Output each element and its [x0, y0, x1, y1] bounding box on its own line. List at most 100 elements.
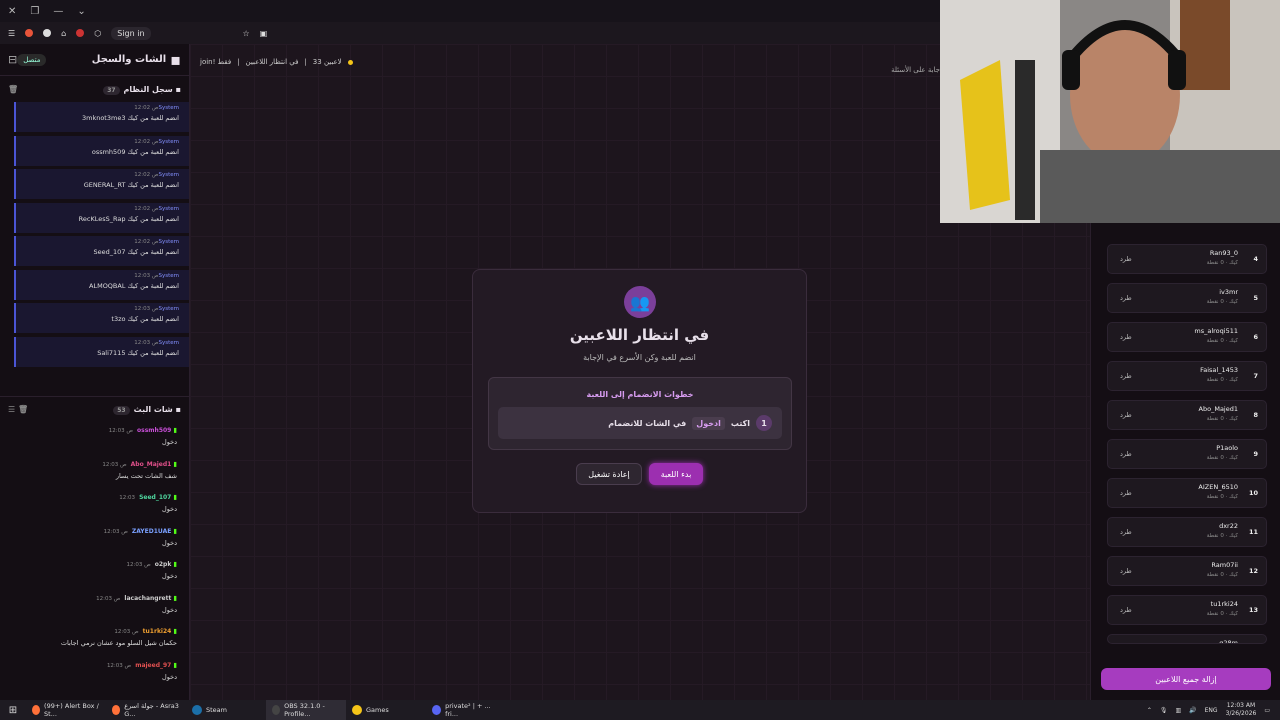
menu-icon[interactable]: ☰ — [8, 29, 15, 38]
step-number: 1 — [756, 415, 772, 431]
message-user[interactable]: majeed_97 — [135, 662, 171, 669]
join-command: ادخول — [692, 416, 725, 430]
sidebar-icon[interactable]: ▣ — [260, 29, 268, 38]
windows-start-icon[interactable]: ⊞ — [0, 705, 26, 716]
message-user[interactable]: lacachangrett — [124, 595, 171, 602]
kick-button[interactable]: طرد — [1120, 372, 1132, 380]
kick-button[interactable]: طرد — [1120, 411, 1132, 419]
chat-message: 12:03 ص ossmh509 ▮ دخول — [4, 426, 177, 460]
kick-button[interactable]: طرد — [1120, 450, 1132, 458]
message-user[interactable]: Abo_Majed1 — [131, 461, 172, 468]
kick-badge-icon: ▮ — [171, 526, 177, 535]
clock-date: 3/26/2026 — [1225, 710, 1257, 717]
taskbar-item[interactable]: جولة اسرع - Asra3 G... — [106, 700, 186, 720]
system-log-list[interactable]: 12:02 صSystem 3mknot3me3 انضم للعبة من كي… — [0, 102, 189, 392]
chat-meta: 12:03 Seed_107 ▮ — [4, 493, 177, 501]
home-icon[interactable]: ⌂ — [61, 29, 66, 38]
message-time: 12:03 ص — [114, 629, 139, 635]
message-text: دخول — [162, 572, 177, 580]
system-log-meta: 12:02 صSystem — [20, 139, 179, 145]
minimize-icon[interactable]: — — [53, 6, 63, 17]
message-user[interactable]: o2pk — [155, 561, 172, 568]
volume-icon[interactable]: 🔊 — [1189, 707, 1196, 714]
chat-meta: 12:03 ص ossmh509 ▮ — [4, 426, 177, 434]
restore-icon[interactable]: ❐ — [30, 6, 39, 17]
language-indicator[interactable]: ENG — [1205, 707, 1218, 714]
extension-icon[interactable] — [76, 29, 85, 37]
chat-meta: 12:03 ص o2pk ▮ — [4, 560, 177, 568]
message-user[interactable]: tu1rki24 — [143, 628, 172, 635]
taskbar-item[interactable]: Games — [346, 700, 426, 720]
chevron-down-icon[interactable]: ⌄ — [77, 6, 85, 17]
connection-status-badge: متصل — [17, 53, 47, 66]
message-text: t3zo انضم للعبة من كيك — [111, 315, 179, 323]
close-icon[interactable]: ✕ — [8, 6, 16, 17]
system-log-meta: 12:02 صSystem — [20, 206, 179, 212]
trash-icon[interactable]: 🗑 — [8, 85, 18, 94]
kick-button[interactable]: طرد — [1120, 528, 1132, 536]
message-time: 12:03 ص — [106, 662, 132, 669]
system-log-item: 12:02 صSystem GENERAL_RT انضم للعبة من كي… — [14, 169, 189, 199]
chat-meta: 12:03 ص ZAYED1UAE ▮ — [4, 527, 177, 535]
mic-icon[interactable]: 🎙 — [1160, 707, 1168, 714]
kick-button[interactable]: طرد — [1120, 489, 1132, 497]
player-name: Ram07ii — [1211, 561, 1238, 569]
player-name: P1aolo — [1216, 444, 1238, 452]
kick-button[interactable]: طرد — [1120, 333, 1132, 341]
kick-button[interactable]: طرد — [1120, 567, 1132, 575]
player-name: AIZEN_6510 — [1198, 483, 1238, 491]
message-text: Seed_107 انضم للعبة من كيك — [93, 248, 179, 256]
app-icon — [352, 705, 362, 715]
game-state-label: في انتظار اللاعبين — [245, 58, 299, 66]
extensions-icon[interactable]: ⬡ — [94, 29, 101, 38]
taskbar-item-label: private² | + ... fri... — [445, 702, 491, 718]
kick-badge-icon: ▮ — [171, 593, 177, 602]
star-icon[interactable]: ☆ — [243, 29, 250, 38]
kick-button[interactable]: طرد — [1120, 255, 1132, 263]
kick-button[interactable]: طرد — [1120, 294, 1132, 302]
sign-in-button[interactable]: Sign in — [111, 26, 151, 40]
extension-icon[interactable] — [25, 29, 34, 37]
message-time: 12:03 ص — [134, 339, 159, 346]
taskbar-item[interactable]: (99+) Alert Box / St... — [26, 700, 106, 720]
restart-button[interactable]: إعادة تشغيل — [576, 463, 642, 485]
message-user[interactable]: ossmh509 — [137, 427, 171, 434]
extension-icon[interactable] — [43, 29, 52, 37]
collapse-icon[interactable]: ⊟ — [8, 53, 17, 66]
remove-all-players-button[interactable]: إزالة جميع اللاعبين — [1101, 668, 1271, 690]
taskbar-item[interactable]: Steam — [186, 700, 266, 720]
player-row: طرد iv3mr كيك · 0 نقطة 5 — [1107, 283, 1267, 313]
taskbar-item-label: جولة اسرع - Asra3 G... — [124, 702, 179, 718]
live-chat-list[interactable]: 12:03 ص ossmh509 ▮ دخول 12:03 ص Abo_Majed1 ▮… — [0, 422, 189, 694]
chat-meta: 12:03 ص lacachangrett ▮ — [4, 594, 177, 602]
taskbar-item[interactable]: private² | + ... fri... — [426, 700, 506, 720]
kick-button[interactable]: طرد — [1120, 606, 1132, 614]
player-points: كيك · 0 نقطة — [1206, 533, 1238, 539]
live-chat-header: ☰ 🗑 53 شات البث ▪ — [0, 396, 189, 422]
player-index: 8 — [1253, 411, 1258, 419]
player-points: كيك · 0 نقطة — [1206, 416, 1238, 422]
join-step: في الشات للانضمام ادخول اكتب 1 — [498, 407, 782, 439]
message-text: دخول — [162, 438, 177, 446]
message-user: System — [158, 105, 179, 111]
notifications-icon[interactable]: ▭ — [1264, 707, 1270, 714]
taskbar-item-label: (99+) Alert Box / St... — [44, 702, 99, 718]
taskbar: ⊞ (99+) Alert Box / St... جولة اسرع - Asr… — [0, 700, 1280, 720]
chat-log-panel: ⊟ متصل الشات والسجل ▪ 🗑 37 سجل النظام ▪ 1… — [0, 44, 190, 700]
taskbar-item[interactable]: OBS 32.1.0 - Profile... — [266, 700, 346, 720]
player-row: طرد Ran93_0 كيك · 0 نقطة 4 — [1107, 244, 1267, 274]
message-user[interactable]: ZAYED1UAE — [132, 528, 171, 535]
filter-icon[interactable]: ☰ 🗑 — [8, 405, 28, 414]
message-text: GENERAL_RT انضم للعبة من كيك — [83, 181, 179, 189]
clock[interactable]: 12:03 AM 3/26/2026 — [1226, 702, 1257, 718]
kick-badge-icon: ▮ — [171, 660, 177, 669]
message-time: 12:02 ص — [134, 205, 159, 212]
message-text: ALMOQBAL انضم للعبة من كيك — [89, 281, 179, 290]
modal-subtitle: انضم للعبة وكن الأسرع في الإجابة — [583, 353, 696, 362]
network-icon[interactable]: ▥ — [1175, 707, 1181, 714]
start-game-button[interactable]: بدء اللعبة — [649, 463, 703, 485]
player-points: كيك · 0 نقطة — [1206, 572, 1238, 578]
tray-chevron-icon[interactable]: ⌃ — [1147, 707, 1152, 714]
message-user[interactable]: Seed_107 — [139, 494, 171, 501]
message-text: Sali7115 انضم للعبة من كيك — [97, 348, 179, 357]
